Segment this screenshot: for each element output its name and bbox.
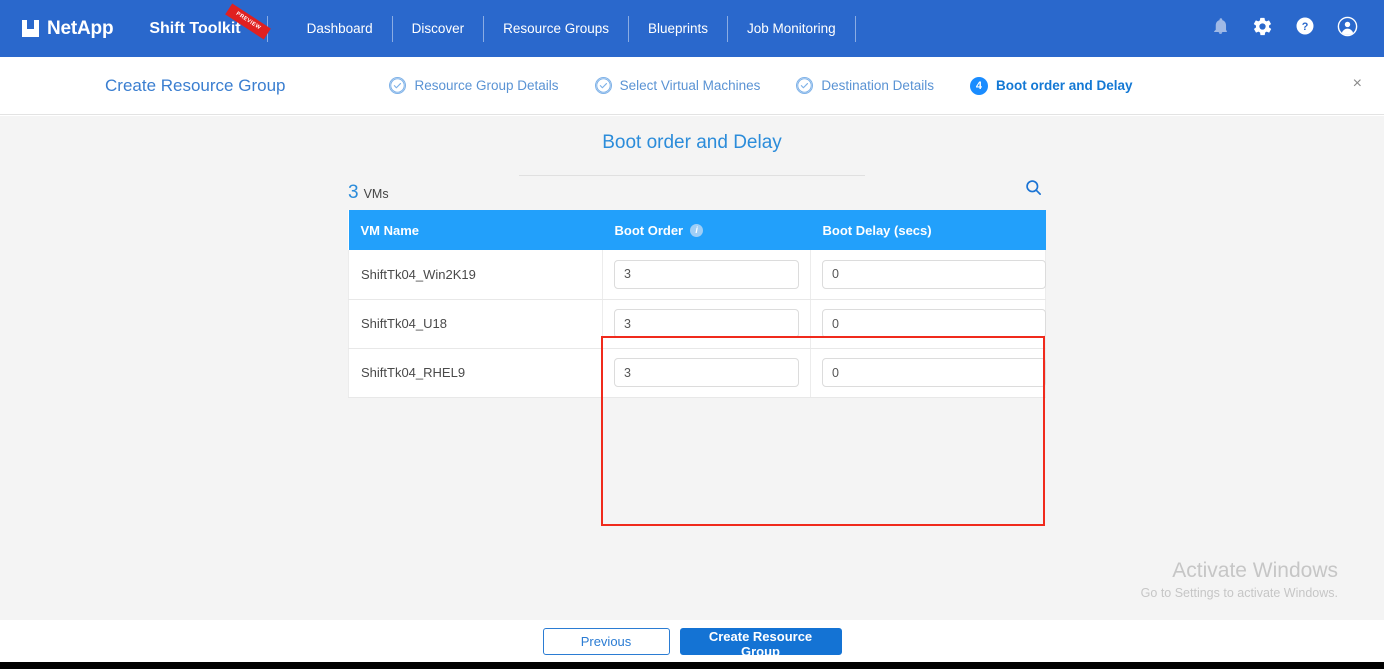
- cell-boot-order: [602, 250, 811, 300]
- boot-order-table: VM Name Boot Order i Boot Delay (secs) S…: [348, 210, 1046, 398]
- main-content: Boot order and Delay 3 VMs VM Name Boot …: [0, 116, 1384, 620]
- cell-boot-delay: [810, 250, 1046, 300]
- netapp-logo-icon: [22, 20, 39, 37]
- step-number-badge: 4: [969, 76, 988, 95]
- table-row: ShiftTk04_Win2K19: [348, 250, 1046, 300]
- wizard-step-boot-order-and-delay[interactable]: 4 Boot order and Delay: [969, 76, 1133, 95]
- table-row: ShiftTk04_U18: [348, 299, 1046, 349]
- column-header-boot-order: Boot Order i: [602, 210, 811, 250]
- cell-vm-name: ShiftTk04_U18: [348, 299, 603, 349]
- windows-activation-watermark: Activate Windows Go to Settings to activ…: [1141, 558, 1338, 602]
- boot-delay-input[interactable]: [822, 358, 1046, 387]
- watermark-title: Activate Windows: [1172, 559, 1338, 582]
- wizard-footer: Previous Create Resource Group: [0, 620, 1384, 662]
- table-head: VM Name Boot Order i Boot Delay (secs): [348, 210, 1046, 250]
- step-complete-check-icon: [389, 77, 407, 94]
- cell-boot-delay: [810, 299, 1046, 349]
- nav-item-resource-groups[interactable]: Resource Groups: [484, 21, 628, 36]
- boot-order-input[interactable]: [614, 358, 799, 387]
- table-row: ShiftTk04_RHEL9: [348, 348, 1046, 398]
- bottom-strip: [0, 662, 1384, 669]
- boot-order-input[interactable]: [614, 259, 799, 289]
- create-resource-group-button[interactable]: Create Resource Group: [679, 627, 842, 659]
- column-label: Boot Order: [614, 222, 684, 238]
- boot-order-input[interactable]: [614, 309, 799, 338]
- vm-boot-panel: 3 VMs VM Name Boot Order i Boot Delay (s…: [348, 180, 1046, 398]
- step-complete-check-icon: [796, 77, 814, 94]
- table-body: ShiftTk04_Win2K19 ShiftTk04_U18: [348, 250, 1046, 398]
- product-label: Shift Toolkit: [149, 19, 241, 37]
- main-nav: Dashboard Discover Resource Groups Bluep…: [288, 15, 856, 42]
- table-header-row: VM Name Boot Order i Boot Delay (secs): [348, 210, 1046, 250]
- column-label: Boot Delay (secs): [822, 222, 932, 238]
- wizard-step-label: Boot order and Delay: [995, 78, 1133, 93]
- wizard-title: Create Resource Group: [105, 75, 286, 95]
- wizard-step-label: Resource Group Details: [414, 78, 559, 93]
- vm-count-number: 3: [348, 182, 359, 203]
- cell-vm-name: ShiftTk04_RHEL9: [348, 348, 603, 398]
- watermark-subtitle: Go to Settings to activate Windows.: [1140, 586, 1338, 600]
- previous-button[interactable]: Previous: [542, 627, 670, 655]
- column-header-vm-name: VM Name: [348, 210, 603, 250]
- vm-count-label: VMs: [363, 187, 389, 201]
- boot-delay-input[interactable]: [822, 309, 1046, 338]
- nav-item-dashboard[interactable]: Dashboard: [288, 21, 392, 36]
- nav-item-discover[interactable]: Discover: [393, 21, 484, 36]
- close-icon[interactable]: ×: [1353, 76, 1362, 92]
- top-navigation-bar: NetApp Shift Toolkit PREVIEW Dashboard D…: [0, 0, 1384, 57]
- wizard-step-label: Select Virtual Machines: [619, 78, 761, 93]
- boot-delay-input[interactable]: [822, 259, 1046, 289]
- cell-vm-name: ShiftTk04_Win2K19: [348, 250, 603, 300]
- netapp-brand[interactable]: NetApp: [22, 17, 114, 40]
- wizard-step-resource-group-details[interactable]: Resource Group Details: [389, 77, 559, 94]
- vm-count: 3 VMs: [348, 182, 389, 204]
- cell-boot-delay: [810, 348, 1046, 398]
- settings-gear-icon[interactable]: [1252, 16, 1273, 42]
- product-name: Shift Toolkit PREVIEW: [149, 3, 271, 39]
- page-title: Boot order and Delay: [602, 132, 782, 153]
- column-header-boot-delay: Boot Delay (secs): [810, 210, 1046, 250]
- svg-text:?: ?: [1302, 21, 1309, 33]
- nav-item-job-monitoring[interactable]: Job Monitoring: [728, 21, 855, 36]
- top-bar-actions: ?: [1211, 16, 1358, 42]
- title-divider: [519, 175, 865, 176]
- wizard-step-select-virtual-machines[interactable]: Select Virtual Machines: [594, 77, 761, 94]
- wizard-steps: Resource Group Details Select Virtual Ma…: [389, 76, 1133, 95]
- wizard-header: Create Resource Group Resource Group Det…: [0, 57, 1384, 115]
- nav-divider: [854, 15, 856, 42]
- step-complete-check-icon: [594, 77, 612, 94]
- cell-boot-order: [602, 348, 811, 398]
- column-label: VM Name: [360, 222, 420, 238]
- help-question-icon[interactable]: ?: [1295, 16, 1315, 41]
- brand-label: NetApp: [47, 17, 114, 39]
- panel-header: 3 VMs: [348, 180, 1045, 210]
- search-icon[interactable]: [1022, 176, 1045, 204]
- application-window: NetApp Shift Toolkit PREVIEW Dashboard D…: [0, 0, 1384, 669]
- wizard-step-destination-details[interactable]: Destination Details: [796, 77, 934, 94]
- wizard-step-label: Destination Details: [821, 78, 934, 93]
- notifications-bell-icon[interactable]: [1211, 16, 1230, 41]
- cell-boot-order: [602, 299, 811, 349]
- user-account-icon[interactable]: [1337, 16, 1358, 42]
- info-icon[interactable]: i: [690, 223, 704, 237]
- nav-item-blueprints[interactable]: Blueprints: [629, 21, 727, 36]
